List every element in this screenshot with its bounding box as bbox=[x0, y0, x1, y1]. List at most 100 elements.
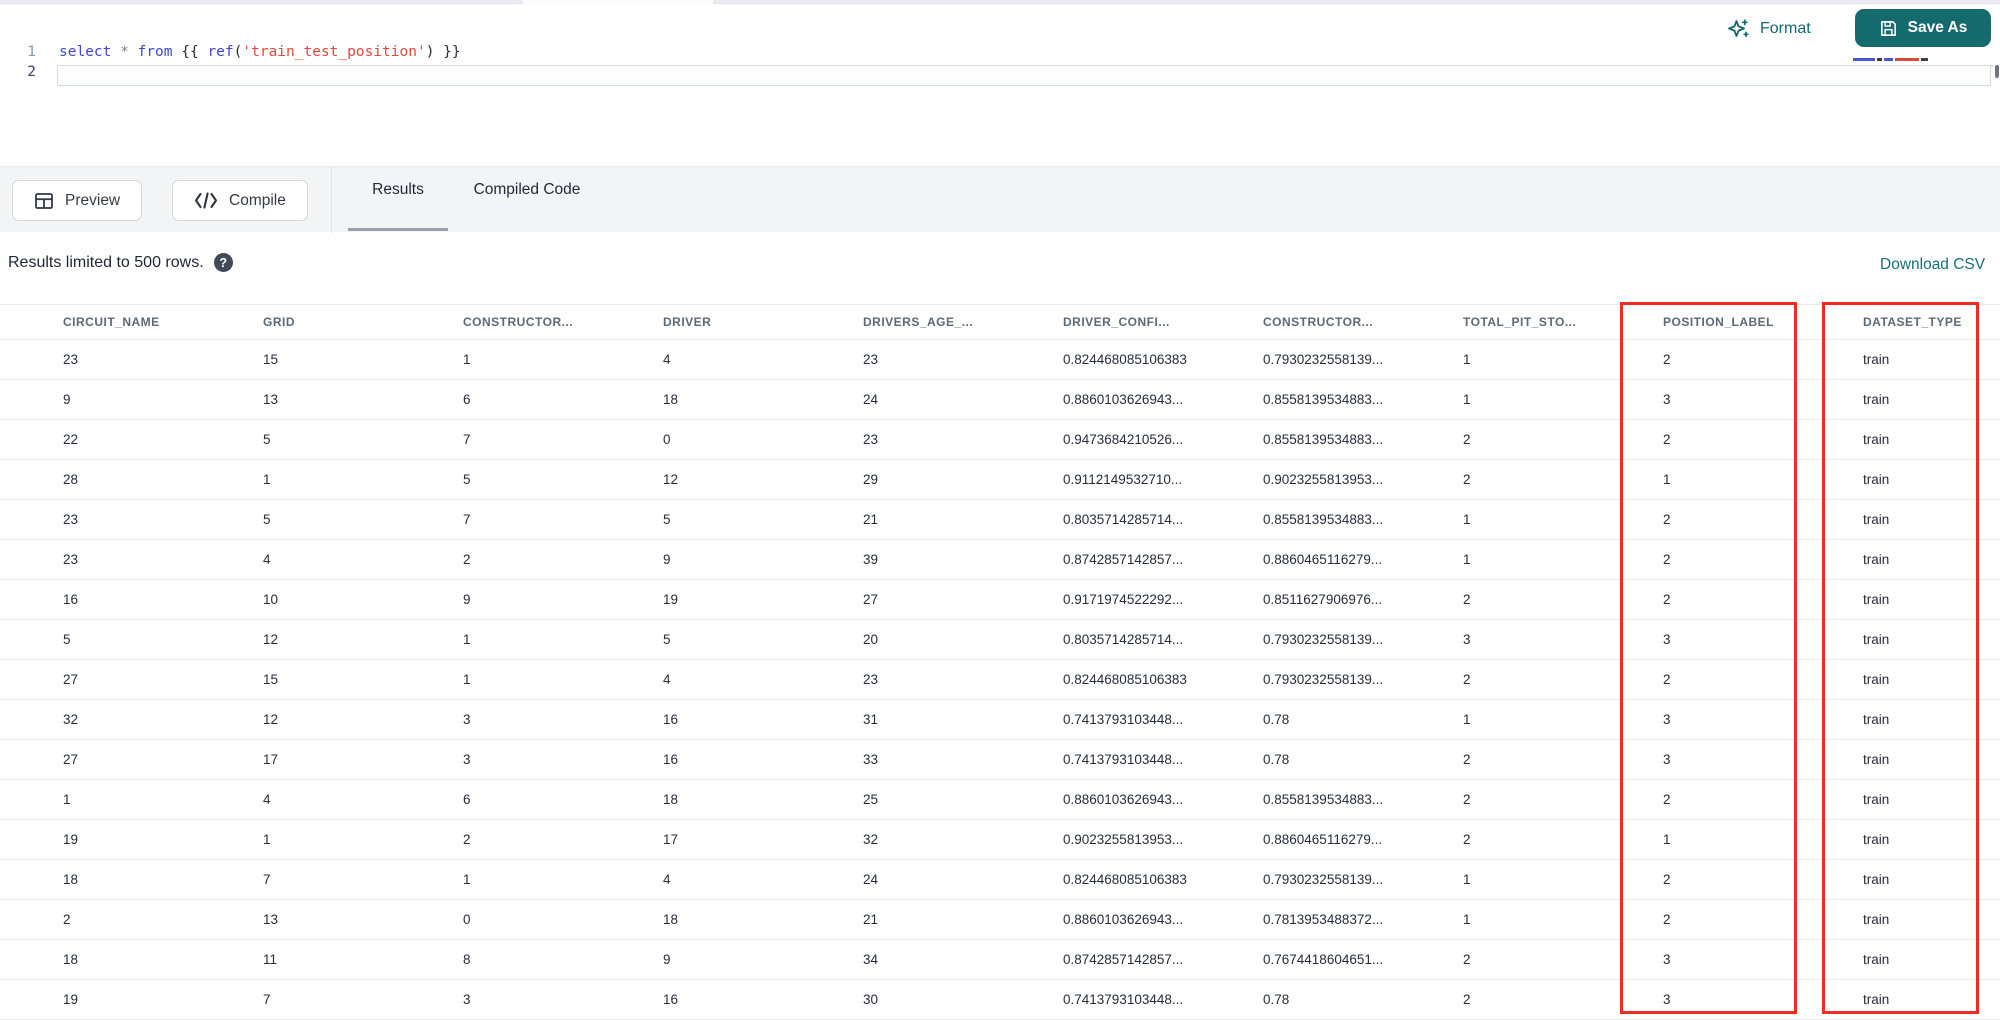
table-cell: 39 bbox=[863, 552, 879, 567]
table-row[interactable]: 16 10 9 19 27 0.9171974522292... 0.85116279069… bbox=[0, 580, 2000, 620]
table-cell: 9 bbox=[663, 952, 671, 967]
active-tab-underline bbox=[348, 228, 448, 231]
help-icon[interactable]: ? bbox=[213, 253, 233, 272]
table-row[interactable]: 23 4 2 9 39 0.8742857142857... 0.8860465116279… bbox=[0, 540, 2000, 580]
table-cell: 2 bbox=[1463, 672, 1471, 687]
table-cell: 21 bbox=[863, 512, 879, 527]
table-cell: 0.824468085106383 bbox=[1063, 672, 1187, 687]
table-cell: train bbox=[1863, 952, 1890, 967]
table-cell: 4 bbox=[663, 352, 671, 367]
table-cell: 9 bbox=[63, 392, 71, 407]
table-cell: 23 bbox=[63, 512, 79, 527]
table-cell: 20 bbox=[863, 632, 879, 647]
table-cell: 19 bbox=[63, 832, 79, 847]
table-cell: 8 bbox=[463, 952, 471, 967]
table-cell: 2 bbox=[1463, 752, 1471, 767]
table-cell: 0.8558139534883... bbox=[1263, 792, 1384, 807]
table-cell: train bbox=[1863, 672, 1890, 687]
column-header[interactable]: DRIVER_CONFI... bbox=[1050, 315, 1250, 329]
table-cell: 0.8035714285714... bbox=[1063, 512, 1184, 527]
table-row[interactable]: 5 12 1 5 20 0.8035714285714... 0.7930232558139… bbox=[0, 620, 2000, 660]
table-cell: 1 bbox=[1463, 872, 1471, 887]
table-cell: 0.8742857142857... bbox=[1063, 952, 1184, 967]
table-cell: 2 bbox=[1663, 552, 1671, 567]
column-header[interactable]: CONSTRUCTOR... bbox=[1250, 315, 1450, 329]
table-cell: 2 bbox=[1663, 512, 1671, 527]
column-header[interactable]: DRIVER bbox=[650, 315, 850, 329]
table-cell: 1 bbox=[1463, 712, 1471, 727]
save-floppy-icon bbox=[1879, 19, 1898, 38]
table-row[interactable]: 18 11 8 9 34 0.8742857142857... 0.767441860465… bbox=[0, 940, 2000, 980]
table-cell: 0.8558139534883... bbox=[1263, 512, 1384, 527]
table-row[interactable]: 19 1 2 17 32 0.9023255813953... 0.886046511627… bbox=[0, 820, 2000, 860]
table-row[interactable]: 18 7 1 4 24 0.824468085106383 0.7930232558139.… bbox=[0, 860, 2000, 900]
table-cell: 0.9171974522292... bbox=[1063, 592, 1184, 607]
download-csv-link[interactable]: Download CSV bbox=[1880, 256, 1985, 274]
code-token-keyword: from bbox=[137, 44, 173, 60]
table-cell: 5 bbox=[263, 512, 271, 527]
table-cell: 1 bbox=[63, 792, 71, 807]
results-limit-text: Results limited to 500 rows. bbox=[8, 253, 204, 271]
compile-button[interactable]: Compile bbox=[172, 180, 308, 221]
sparkle-format-icon bbox=[1727, 17, 1751, 41]
table-cell: 24 bbox=[863, 392, 879, 407]
table-cell: train bbox=[1863, 992, 1890, 1007]
column-header[interactable]: GRID bbox=[250, 315, 450, 329]
table-cell: 2 bbox=[1463, 832, 1471, 847]
table-cell: 30 bbox=[863, 992, 879, 1007]
table-row[interactable]: 23 5 7 5 21 0.8035714285714... 0.8558139534883… bbox=[0, 500, 2000, 540]
table-cell: 0.7930232558139... bbox=[1263, 672, 1384, 687]
preview-button[interactable]: Preview bbox=[12, 180, 143, 221]
table-cell: train bbox=[1863, 592, 1890, 607]
table-cell: 0.78 bbox=[1263, 752, 1290, 767]
table-row[interactable]: 27 15 1 4 23 0.824468085106383 0.7930232558139… bbox=[0, 660, 2000, 700]
table-cell: 32 bbox=[63, 712, 79, 727]
table-cell: 9 bbox=[463, 592, 471, 607]
code-line-1[interactable]: select * from {{ ref('train_test_positio… bbox=[59, 44, 461, 60]
table-cell: 4 bbox=[263, 792, 271, 807]
format-button[interactable]: Format bbox=[1727, 15, 1811, 43]
table-cell: train bbox=[1863, 912, 1890, 927]
table-row[interactable]: 23 15 1 4 23 0.824468085106383 0.7930232558139… bbox=[0, 340, 2000, 380]
editor-scrollbar-thumb[interactable] bbox=[1995, 65, 1999, 78]
table-cell: 0.8035714285714... bbox=[1063, 632, 1184, 647]
table-cell: 2 bbox=[463, 832, 471, 847]
active-line-highlight bbox=[57, 65, 1991, 86]
table-cell: 23 bbox=[863, 432, 879, 447]
tab-compiled-code[interactable]: Compiled Code bbox=[462, 181, 592, 199]
table-cell: 24 bbox=[863, 872, 879, 887]
table-cell: 12 bbox=[263, 712, 279, 727]
line-number-1: 1 bbox=[27, 44, 36, 60]
table-cell: 0.9112149532710... bbox=[1063, 472, 1183, 487]
table-cell: 19 bbox=[63, 992, 79, 1007]
table-row[interactable]: 19 7 3 16 30 0.7413793103448... 0.78 2 3 train bbox=[0, 980, 2000, 1020]
table-row[interactable]: 1 4 6 18 25 0.8860103626943... 0.8558139534883… bbox=[0, 780, 2000, 820]
table-row[interactable]: 27 17 3 16 33 0.7413793103448... 0.78 2 3 train bbox=[0, 740, 2000, 780]
table-row[interactable]: 32 12 3 16 31 0.7413793103448... 0.78 1 3 train bbox=[0, 700, 2000, 740]
table-cell: 1 bbox=[1663, 472, 1671, 487]
table-cell: 0.78 bbox=[1263, 712, 1290, 727]
column-header[interactable]: DATASET_TYPE bbox=[1850, 315, 2000, 329]
tab-results[interactable]: Results bbox=[348, 181, 448, 199]
table-cell: 23 bbox=[63, 552, 79, 567]
column-header[interactable]: POSITION_LABEL bbox=[1650, 315, 1850, 329]
table-cell: 2 bbox=[1663, 352, 1671, 367]
table-row[interactable]: 28 1 5 12 29 0.9112149532710... 0.902325581395… bbox=[0, 460, 2000, 500]
table-cell: 12 bbox=[663, 472, 679, 487]
column-header[interactable]: DRIVERS_AGE_... bbox=[850, 315, 1050, 329]
table-cell: train bbox=[1863, 712, 1890, 727]
table-cell: 5 bbox=[663, 512, 671, 527]
column-header[interactable]: CIRCUIT_NAME bbox=[50, 315, 250, 329]
table-row[interactable]: 2 13 0 18 21 0.8860103626943... 0.781395348837… bbox=[0, 900, 2000, 940]
code-token-plain: {{ bbox=[172, 44, 208, 60]
table-cell: 2 bbox=[1663, 792, 1671, 807]
column-header[interactable]: CONSTRUCTOR... bbox=[450, 315, 650, 329]
save-as-button[interactable]: Save As bbox=[1855, 9, 1991, 47]
table-cell: 3 bbox=[1663, 952, 1671, 967]
table-row[interactable]: 22 5 7 0 23 0.9473684210526... 0.8558139534883… bbox=[0, 420, 2000, 460]
table-cell: 2 bbox=[1463, 432, 1471, 447]
table-cell: 15 bbox=[263, 352, 279, 367]
sql-editor-pane[interactable]: Format Save As 1 2 select * from {{ref(… bbox=[0, 5, 2000, 166]
table-row[interactable]: 9 13 6 18 24 0.8860103626943... 0.855813953488… bbox=[0, 380, 2000, 420]
column-header[interactable]: TOTAL_PIT_STO... bbox=[1450, 315, 1650, 329]
